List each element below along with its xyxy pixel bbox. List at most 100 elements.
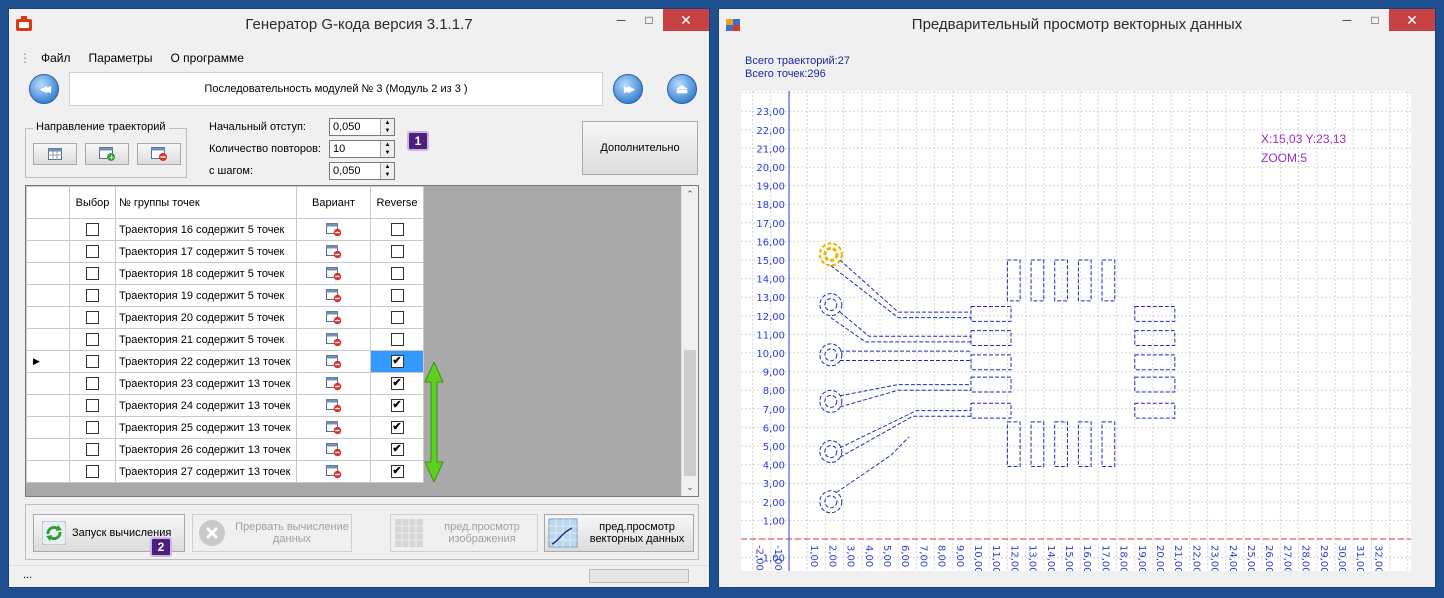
reverse-cell[interactable] bbox=[370, 240, 424, 263]
variant-cell[interactable] bbox=[296, 394, 371, 417]
reverse-checkbox[interactable] bbox=[390, 267, 404, 280]
header-group[interactable]: № группы точек bbox=[115, 186, 297, 219]
variant-cell[interactable] bbox=[296, 262, 371, 285]
select-cell[interactable] bbox=[69, 262, 116, 285]
select-cell[interactable] bbox=[69, 306, 116, 329]
row-header[interactable] bbox=[26, 262, 70, 285]
select-checkbox[interactable] bbox=[86, 245, 99, 258]
select-cell[interactable] bbox=[69, 372, 116, 395]
direction-list-button[interactable] bbox=[33, 143, 77, 165]
table-remove-icon[interactable] bbox=[325, 222, 342, 237]
advanced-button[interactable]: Дополнительно bbox=[582, 121, 698, 175]
select-checkbox[interactable] bbox=[86, 267, 99, 280]
reverse-cell[interactable] bbox=[370, 328, 424, 351]
select-cell[interactable] bbox=[69, 416, 116, 439]
table-row[interactable]: Траектория 26 содержит 13 точек ✔ bbox=[26, 438, 424, 461]
select-cell[interactable] bbox=[69, 350, 116, 373]
table-row[interactable]: Траектория 25 содержит 13 точек ✔ bbox=[26, 416, 424, 439]
prev-module-button[interactable]: ◀◀ bbox=[29, 74, 59, 104]
select-checkbox[interactable] bbox=[86, 355, 99, 368]
reverse-checkbox[interactable]: ✔ bbox=[390, 421, 404, 434]
header-reverse[interactable]: Reverse bbox=[370, 186, 424, 219]
reverse-cell[interactable] bbox=[370, 262, 424, 285]
variant-cell[interactable] bbox=[296, 350, 371, 373]
direction-add-button[interactable]: + bbox=[85, 143, 129, 165]
variant-cell[interactable] bbox=[296, 372, 371, 395]
select-cell[interactable] bbox=[69, 284, 116, 307]
select-checkbox[interactable] bbox=[86, 333, 99, 346]
variant-cell[interactable] bbox=[296, 328, 371, 351]
select-checkbox[interactable] bbox=[86, 289, 99, 302]
variant-cell[interactable] bbox=[296, 438, 371, 461]
row-header[interactable] bbox=[26, 416, 70, 439]
select-cell[interactable] bbox=[69, 328, 116, 351]
preview-maximize-button[interactable]: □ bbox=[1361, 9, 1389, 31]
start-offset-input[interactable]: 0,050 ▲ ▼ bbox=[329, 118, 395, 136]
reverse-checkbox[interactable] bbox=[390, 333, 404, 346]
reverse-checkbox[interactable] bbox=[390, 311, 404, 324]
row-header[interactable] bbox=[26, 394, 70, 417]
reverse-cell[interactable] bbox=[370, 218, 424, 241]
menu-about[interactable]: О программе bbox=[170, 51, 243, 65]
reverse-checkbox[interactable] bbox=[390, 245, 404, 258]
preview-minimize-button[interactable]: ─ bbox=[1333, 9, 1361, 31]
spin-arrows-icon[interactable]: ▲ ▼ bbox=[380, 163, 394, 179]
row-header[interactable] bbox=[26, 438, 70, 461]
step-input[interactable]: 0,050 ▲ ▼ bbox=[329, 162, 395, 180]
spin-arrows-icon[interactable]: ▲ ▼ bbox=[380, 141, 394, 157]
reverse-cell[interactable]: ✔ bbox=[370, 350, 424, 373]
table-remove-icon[interactable] bbox=[325, 376, 342, 391]
row-header[interactable] bbox=[26, 306, 70, 329]
table-row[interactable]: Траектория 19 содержит 5 точек bbox=[26, 284, 424, 307]
table-remove-icon[interactable] bbox=[325, 464, 342, 479]
vector-plot-canvas[interactable]: -2,00 -1,00 1,00 2,00 3,00 4,00 5,00 6,00 7,00 8,… bbox=[741, 91, 1411, 571]
reverse-cell[interactable]: ✔ bbox=[370, 372, 424, 395]
row-header[interactable] bbox=[26, 218, 70, 241]
header-select[interactable]: Выбор bbox=[69, 186, 116, 219]
scroll-down-icon[interactable]: ⌄ bbox=[682, 479, 698, 496]
select-checkbox[interactable] bbox=[86, 443, 99, 456]
table-row[interactable]: Траектория 23 содержит 13 точек ✔ bbox=[26, 372, 424, 395]
table-remove-icon[interactable] bbox=[325, 442, 342, 457]
repeat-count-input[interactable]: 10 ▲ ▼ bbox=[329, 140, 395, 158]
row-header[interactable] bbox=[26, 328, 70, 351]
table-remove-icon[interactable] bbox=[325, 398, 342, 413]
row-header[interactable]: ▶ bbox=[26, 350, 70, 373]
reverse-cell[interactable] bbox=[370, 306, 424, 329]
table-row[interactable]: Траектория 21 содержит 5 точек bbox=[26, 328, 424, 351]
select-cell[interactable] bbox=[69, 394, 116, 417]
minimize-button[interactable]: ─ bbox=[607, 9, 635, 31]
close-button[interactable]: ✕ bbox=[663, 9, 709, 31]
reverse-checkbox[interactable] bbox=[390, 223, 404, 236]
reverse-cell[interactable]: ✔ bbox=[370, 416, 424, 439]
select-cell[interactable] bbox=[69, 240, 116, 263]
reverse-checkbox[interactable] bbox=[390, 289, 404, 302]
variant-cell[interactable] bbox=[296, 306, 371, 329]
table-row[interactable]: Траектория 17 содержит 5 точек bbox=[26, 240, 424, 263]
scroll-up-icon[interactable]: ⌃ bbox=[682, 186, 698, 203]
reverse-cell[interactable]: ✔ bbox=[370, 460, 424, 483]
maximize-button[interactable]: □ bbox=[635, 9, 663, 31]
select-checkbox[interactable] bbox=[86, 421, 99, 434]
eject-button[interactable]: ⏏ bbox=[667, 74, 697, 104]
table-row[interactable]: ▶ Траектория 22 содержит 13 точек ✔ bbox=[26, 350, 424, 373]
menu-file[interactable]: Файл bbox=[41, 51, 71, 65]
reverse-checkbox[interactable]: ✔ bbox=[390, 465, 404, 478]
header-variant[interactable]: Вариант bbox=[296, 186, 371, 219]
row-header[interactable] bbox=[26, 372, 70, 395]
menu-parameters[interactable]: Параметры bbox=[89, 51, 153, 65]
select-cell[interactable] bbox=[69, 460, 116, 483]
spin-arrows-icon[interactable]: ▲ ▼ bbox=[380, 119, 394, 135]
table-row[interactable]: Траектория 20 содержит 5 точек bbox=[26, 306, 424, 329]
variant-cell[interactable] bbox=[296, 284, 371, 307]
table-row[interactable]: Траектория 16 содержит 5 точек bbox=[26, 218, 424, 241]
variant-cell[interactable] bbox=[296, 460, 371, 483]
reverse-cell[interactable] bbox=[370, 284, 424, 307]
select-cell[interactable] bbox=[69, 438, 116, 461]
reverse-cell[interactable]: ✔ bbox=[370, 394, 424, 417]
table-remove-icon[interactable] bbox=[325, 288, 342, 303]
table-remove-icon[interactable] bbox=[325, 310, 342, 325]
row-header[interactable] bbox=[26, 284, 70, 307]
table-row[interactable]: Траектория 27 содержит 13 точек ✔ bbox=[26, 460, 424, 483]
table-remove-icon[interactable] bbox=[325, 420, 342, 435]
